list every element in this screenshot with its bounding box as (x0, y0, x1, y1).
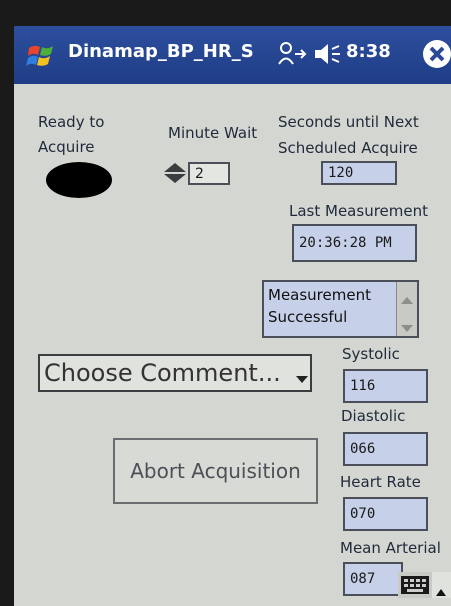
keyboard-icon (401, 576, 429, 598)
mean-arterial-field: 087 (343, 562, 403, 596)
measurement-message-box: Measurement Successful (262, 280, 419, 338)
mean-arterial-label: Mean Arterial (340, 539, 441, 557)
close-icon[interactable] (421, 38, 451, 70)
minute-wait-input[interactable]: 2 (188, 162, 230, 185)
chevron-up-icon (436, 581, 446, 600)
device-screen: Dinamap_BP_HR_S 8:38 Ready to Acquire Mi… (14, 26, 451, 606)
title-bar: Dinamap_BP_HR_S 8:38 (14, 26, 451, 84)
last-measurement-field: 20:36:28 PM (292, 224, 417, 262)
message-line-2: Successful (268, 308, 348, 326)
systolic-label: Systolic (342, 345, 400, 363)
up-down-arrow-icon[interactable] (162, 161, 188, 185)
connectivity-icon[interactable] (277, 40, 307, 68)
seconds-until-next-label: Seconds until Next (278, 113, 419, 131)
scroll-up-icon[interactable] (401, 289, 413, 308)
ready-label: Ready to (38, 113, 105, 131)
ready-label-line-2: Acquire (38, 138, 95, 156)
keyboard-button[interactable] (398, 572, 432, 598)
sip-menu-button[interactable] (432, 572, 451, 598)
systolic-field: 116 (343, 369, 428, 403)
choose-comment-selected: Choose Comment... (44, 359, 281, 387)
heart-rate-field: 070 (343, 497, 428, 531)
seconds-until-next-field: 120 (321, 161, 397, 185)
scroll-down-icon[interactable] (401, 318, 413, 337)
last-measurement-label: Last Measurement (289, 202, 428, 220)
heart-rate-label: Heart Rate (340, 473, 421, 491)
minute-wait-label: Minute Wait (168, 124, 258, 142)
window-title: Dinamap_BP_HR_S (68, 41, 254, 62)
speaker-icon[interactable] (313, 41, 341, 67)
scheduled-acquire-label: Scheduled Acquire (278, 139, 418, 157)
windows-flag-icon[interactable] (26, 39, 58, 71)
chevron-down-icon (296, 369, 308, 388)
message-line-1: Measurement (268, 286, 371, 304)
choose-comment-dropdown[interactable]: Choose Comment... (38, 354, 312, 392)
abort-acquisition-button[interactable]: Abort Acquisition (113, 438, 318, 504)
diastolic-label: Diastolic (341, 407, 406, 425)
clock-time: 8:38 (346, 41, 391, 62)
message-scrollbar[interactable] (396, 282, 417, 336)
ready-status-indicator (46, 162, 112, 198)
diastolic-field: 066 (343, 432, 428, 466)
